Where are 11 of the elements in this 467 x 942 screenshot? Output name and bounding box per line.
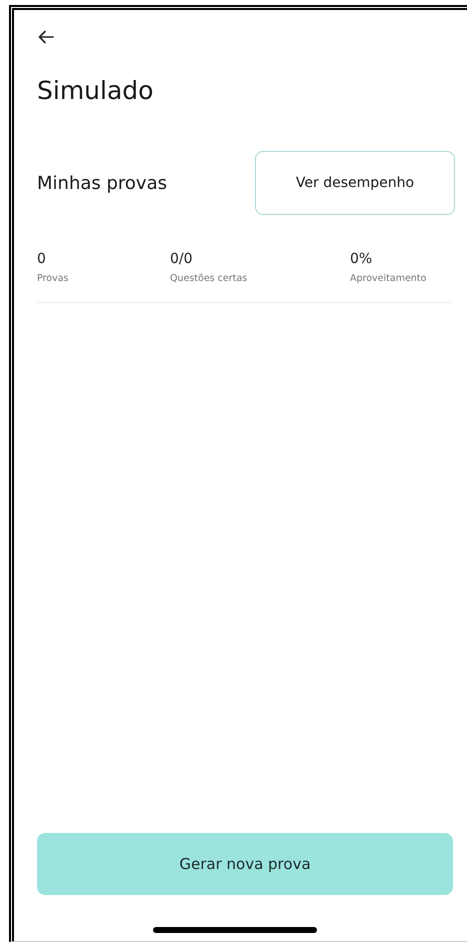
back-arrow-icon[interactable]: [37, 28, 55, 46]
stat-label: Aproveitamento: [350, 273, 428, 284]
stat-label: Questões certas: [170, 273, 248, 284]
stat-value: 0: [37, 251, 47, 267]
section-title: Minhas provas: [37, 172, 167, 194]
stat-value: 0/0: [170, 251, 194, 267]
page-title: Simulado: [37, 78, 154, 103]
generate-exam-button[interactable]: Gerar nova prova: [37, 833, 453, 895]
stat-value: 0%: [350, 251, 374, 267]
performance-button[interactable]: Ver desempenho: [255, 151, 455, 215]
stat-label: Provas: [37, 273, 70, 284]
